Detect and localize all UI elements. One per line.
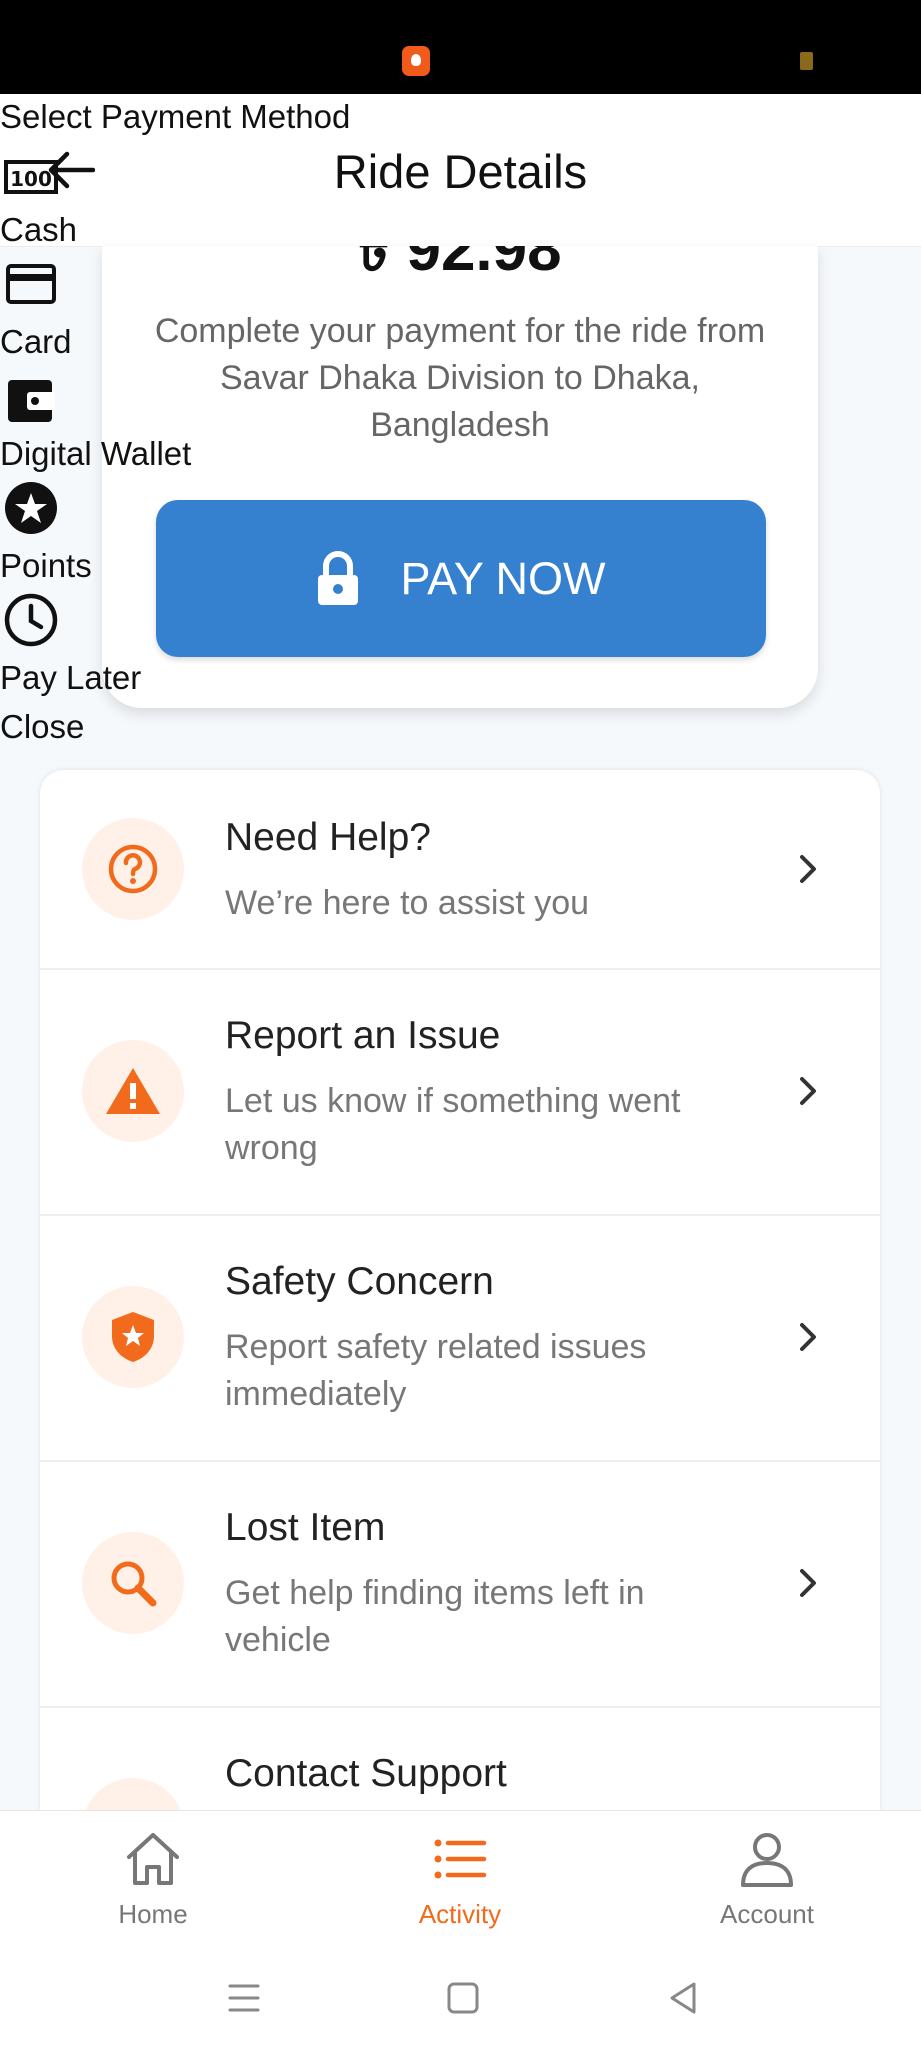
clock-icon[interactable] (3, 592, 59, 648)
search-icon (111, 1561, 157, 1607)
payment-option-digital-wallet[interactable]: Digital Wallet (0, 435, 191, 473)
help-item-lost-item[interactable]: Lost Item Get help finding items left in… (40, 1460, 880, 1708)
help-icon-background (82, 1286, 184, 1388)
lock-icon (318, 550, 359, 605)
payment-option-pay-later[interactable]: Pay Later (0, 659, 141, 697)
nav-activity[interactable]: Activity (360, 1811, 560, 1947)
pay-now-button[interactable]: PAY NOW (156, 500, 766, 657)
shield-icon (112, 1312, 154, 1362)
help-item-title: Report an Issue (225, 1014, 501, 1057)
help-icon-background (82, 818, 184, 920)
payment-card: ৳ 92.98 Complete your payment for the ri… (102, 246, 818, 708)
pay-now-label: PAY NOW (400, 552, 606, 604)
credit-card-icon[interactable] (3, 256, 59, 312)
chevron-right-icon (800, 1569, 816, 1597)
wallet-icon[interactable] (3, 372, 59, 428)
help-icon-background (82, 1040, 184, 1142)
help-item-subtitle: Let us know if something went wrong (225, 1082, 681, 1167)
nav-home[interactable]: Home (53, 1811, 253, 1947)
help-item-title: Lost Item (225, 1506, 386, 1549)
ride-amount: ৳ 92.98 (102, 246, 818, 276)
help-item-subtitle: Get help finding items left in vehicle (225, 1574, 645, 1659)
chevron-right-icon (800, 1077, 816, 1105)
back-triangle-icon[interactable] (662, 1976, 706, 2020)
nav-label: Home (118, 1899, 188, 1929)
help-item-title: Contact Support (225, 1752, 507, 1795)
page-title: Ride Details (333, 145, 588, 198)
nav-label: Account (720, 1899, 814, 1929)
account-icon (741, 1833, 793, 1887)
system-navigation-bar (0, 1946, 921, 2048)
payment-option-card[interactable]: Card (0, 323, 72, 361)
close-button[interactable]: Close (0, 708, 84, 746)
star-icon[interactable] (3, 480, 59, 536)
bottom-navigation: Home Activity Account (0, 1810, 921, 1947)
help-item-need-help[interactable]: Need Help? We’re here to assist you (40, 770, 880, 970)
nav-account[interactable]: Account (667, 1811, 867, 1947)
home-icon (127, 1833, 179, 1885)
cash-icon[interactable]: 100 (3, 150, 67, 206)
help-item-subtitle: We’re here to assist you (225, 884, 590, 922)
help-item-contact-support[interactable]: Contact Support (40, 1706, 880, 1810)
status-bar (0, 0, 921, 94)
amount-clip: ৳ 92.98 (102, 246, 818, 276)
payment-method-title: Select Payment Method (0, 98, 351, 135)
help-item-subtitle: Report safety related issues immediately (225, 1328, 647, 1413)
notification-app-icon (402, 46, 430, 76)
help-item-title: Need Help? (225, 816, 431, 859)
payment-option-points[interactable]: Points (0, 547, 92, 585)
chevron-right-icon (800, 855, 816, 883)
svg-text:100: 100 (10, 167, 52, 191)
list-icon (434, 1839, 487, 1879)
question-icon (108, 844, 158, 894)
home-square-icon[interactable] (441, 1976, 485, 2020)
chevron-right-icon (800, 1323, 816, 1351)
help-item-report-issue[interactable]: Report an Issue Let us know if something… (40, 968, 880, 1216)
battery-icon (800, 52, 813, 70)
nav-label: Activity (418, 1899, 502, 1929)
help-icon-background (82, 1532, 184, 1634)
payment-option-cash[interactable]: Cash (0, 211, 77, 249)
help-item-safety-concern[interactable]: Safety Concern Report safety related iss… (40, 1214, 880, 1462)
menu-icon[interactable] (222, 1976, 266, 2020)
payment-description: Complete your payment for the ride from … (154, 312, 766, 444)
warning-icon (106, 1068, 160, 1114)
help-options-list: Need Help? We’re here to assist you Repo… (40, 770, 880, 1810)
support-icon (82, 1778, 184, 1810)
help-item-title: Safety Concern (225, 1260, 494, 1303)
